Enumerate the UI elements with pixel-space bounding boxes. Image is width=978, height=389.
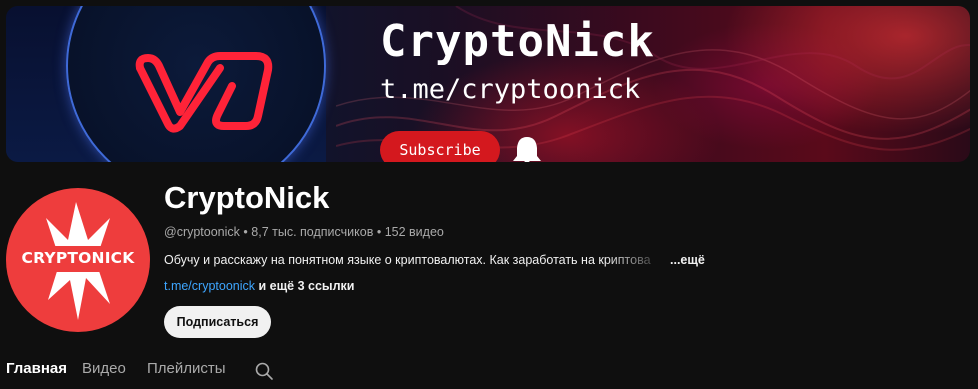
banner-logo-icon bbox=[135, 52, 273, 133]
subscriber-count: 8,7 тыс. подписчиков bbox=[251, 225, 374, 239]
banner-subscribe-graphic: Subscribe bbox=[380, 131, 500, 162]
meta-separator: • bbox=[243, 225, 248, 239]
banner-title: CryptoNick bbox=[380, 16, 655, 67]
tab-playlists[interactable]: Плейлисты bbox=[147, 360, 226, 377]
channel-description[interactable]: Обучу и расскажу на понятном языке о кри… bbox=[164, 253, 674, 267]
channel-handle: @cryptoonick bbox=[164, 225, 240, 239]
channel-name: CryptoNick bbox=[164, 180, 330, 215]
tab-videos[interactable]: Видео bbox=[82, 360, 126, 377]
avatar-text: CRYPTONICK bbox=[21, 249, 135, 267]
meta-separator: • bbox=[376, 225, 382, 239]
channel-links: t.me/cryptoonick и ещё 3 ссылки bbox=[164, 279, 354, 293]
channel-meta: @cryptoonick • 8,7 тыс. подписчиков • 15… bbox=[164, 225, 444, 239]
search-icon[interactable] bbox=[254, 361, 274, 381]
telegram-link[interactable]: t.me/cryptoonick bbox=[164, 279, 255, 293]
banner-link-text: t.me/cryptoonick bbox=[380, 74, 641, 105]
description-more-button[interactable]: ...ещё bbox=[670, 253, 705, 267]
description-fade bbox=[604, 250, 674, 270]
subscribe-button[interactable]: Подписаться bbox=[164, 306, 271, 338]
bell-icon bbox=[513, 137, 541, 162]
tab-home[interactable]: Главная bbox=[6, 360, 67, 377]
channel-avatar[interactable]: CRYPTONICK bbox=[6, 188, 150, 332]
more-links-button[interactable]: и ещё 3 ссылки bbox=[259, 279, 355, 293]
channel-banner: CryptoNick t.me/cryptoonick Subscribe bbox=[6, 6, 970, 162]
video-count: 152 видео bbox=[384, 225, 444, 239]
